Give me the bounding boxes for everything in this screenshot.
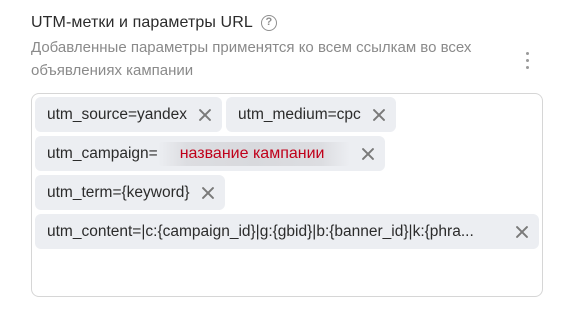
tag-label: utm_source=yandex <box>47 105 188 123</box>
title-row: UTM-метки и параметры URL ? <box>31 12 551 34</box>
utm-section-header: UTM-метки и параметры URL ? Добавленные … <box>31 12 551 82</box>
remove-tag-icon[interactable] <box>360 146 376 162</box>
more-options-icon[interactable] <box>516 47 538 73</box>
section-subtitle: Добавленные параметры применятся ко всем… <box>31 39 472 79</box>
remove-tag-icon[interactable] <box>514 224 530 240</box>
tag-utm-content: utm_content=|c:{campaign_id}|g:{gbid}|b:… <box>35 214 539 249</box>
tag-row: utm_campaign= название кампании <box>35 136 539 171</box>
tag-utm-source: utm_source=yandex <box>35 97 223 132</box>
remove-tag-icon[interactable] <box>197 107 213 123</box>
tag-utm-campaign: utm_campaign= название кампании <box>35 136 386 171</box>
tag-row: utm_source=yandex utm_medium=cpc <box>35 97 539 132</box>
tag-row: utm_content=|c:{campaign_id}|g:{gbid}|b:… <box>35 214 539 249</box>
help-icon[interactable]: ? <box>260 15 277 31</box>
tag-row: utm_term={keyword} <box>35 175 539 210</box>
tag-utm-medium: utm_medium=cpc <box>226 97 396 132</box>
redacted-campaign-name: название кампании <box>157 141 351 166</box>
remove-tag-icon[interactable] <box>371 107 387 123</box>
tag-label: utm_term={keyword} <box>47 183 190 201</box>
remove-tag-icon[interactable] <box>200 185 216 201</box>
utm-tags-input[interactable]: utm_source=yandex utm_medium=cpc utm_cam… <box>31 93 543 297</box>
tag-label: utm_campaign= <box>47 144 158 162</box>
tag-label: utm_content=|c:{campaign_id}|g:{gbid}|b:… <box>47 222 474 240</box>
section-title: UTM-метки и параметры URL <box>31 14 253 31</box>
tag-utm-term: utm_term={keyword} <box>35 175 225 210</box>
tag-label: utm_medium=cpc <box>238 105 361 123</box>
